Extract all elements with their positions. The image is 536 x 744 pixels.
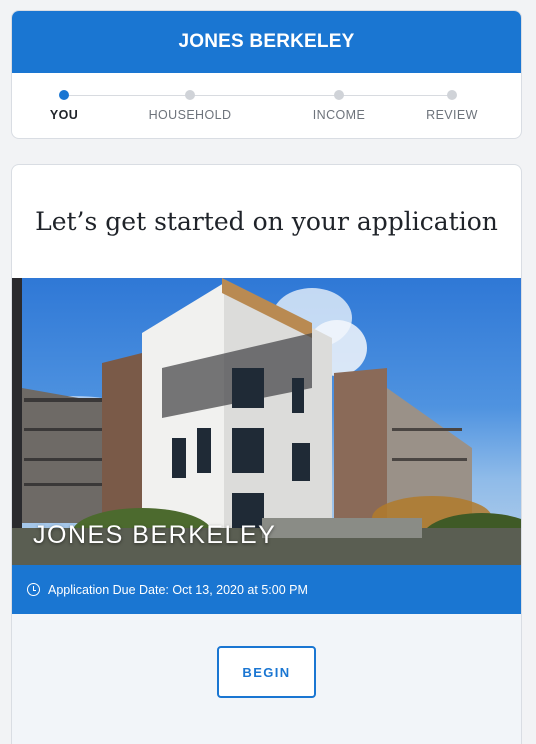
step-income-dot — [334, 90, 344, 100]
property-header: JONES BERKELEY — [12, 11, 521, 73]
step-household-dot — [185, 90, 195, 100]
hero-property-name: JONES BERKELEY — [33, 521, 277, 549]
step-you-label: YOU — [49, 108, 79, 122]
step-you-dot — [59, 90, 69, 100]
step-you[interactable]: YOU — [12, 90, 124, 122]
step-review-label: REVIEW — [426, 108, 478, 122]
step-income-label: INCOME — [312, 108, 366, 122]
application-card: Let’s get started on your application JO… — [11, 164, 522, 744]
step-household[interactable]: HOUSEHOLD — [130, 90, 250, 122]
property-title: JONES BERKELEY — [178, 31, 355, 52]
progress-card: JONES BERKELEY YOU HOUSEHOLD INCOME REVI… — [11, 10, 522, 139]
clock-icon — [27, 583, 40, 596]
property-hero-image: JONES BERKELEY — [12, 278, 521, 565]
progress-stepper: YOU HOUSEHOLD INCOME REVIEW — [12, 73, 521, 138]
application-heading: Let’s get started on your application — [12, 165, 521, 278]
step-review-dot — [447, 90, 457, 100]
step-review[interactable]: REVIEW — [392, 90, 512, 122]
due-date-bar: Application Due Date: Oct 13, 2020 at 5:… — [12, 565, 521, 614]
step-household-label: HOUSEHOLD — [148, 108, 232, 122]
application-heading-text: Let’s get started on your application — [35, 207, 498, 236]
begin-section: BEGIN — [12, 614, 521, 744]
step-income[interactable]: INCOME — [279, 90, 399, 122]
begin-button[interactable]: BEGIN — [217, 646, 316, 698]
due-date-text: Application Due Date: Oct 13, 2020 at 5:… — [48, 582, 308, 597]
